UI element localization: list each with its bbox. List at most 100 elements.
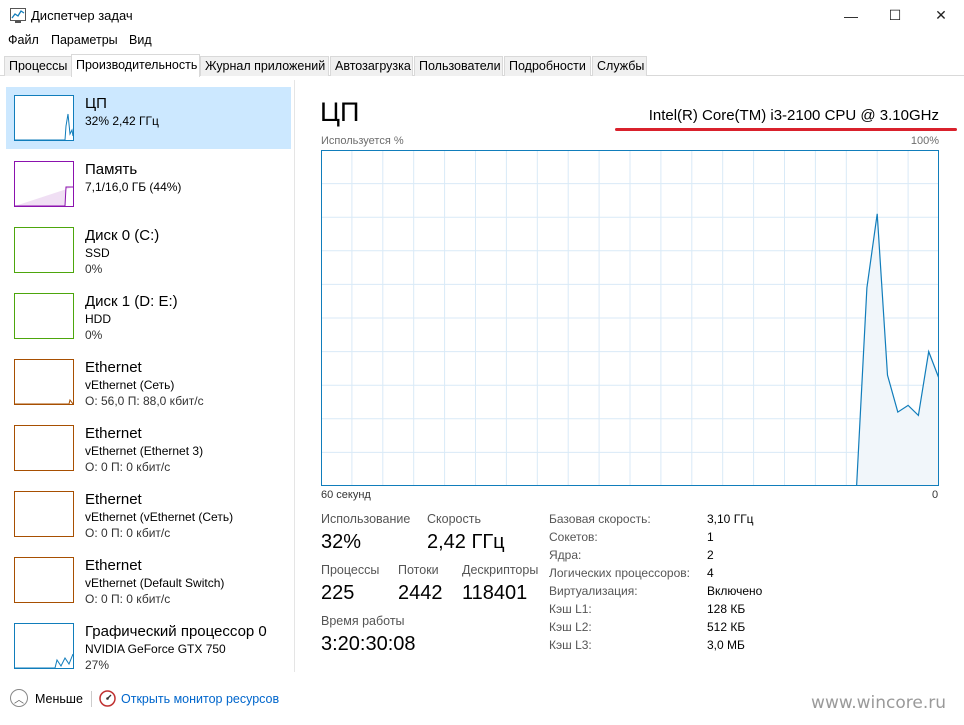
fewer-details-button[interactable]: Меньше bbox=[35, 692, 83, 706]
tab-services[interactable]: Службы bbox=[592, 56, 647, 76]
sidebar-item-text: Ethernet vEthernet (Default Switch) О: 0 П… bbox=[85, 557, 224, 607]
sidebar-item-detail: 7,1/16,0 ГБ (44%) bbox=[85, 180, 182, 194]
sidebar-item-value: 27% bbox=[85, 658, 110, 672]
sidebar-divider bbox=[294, 80, 295, 672]
detail-value: 4 bbox=[707, 566, 714, 580]
sidebar-thumbnail-graph bbox=[14, 491, 74, 537]
sidebar-item-value: 0% bbox=[85, 328, 103, 342]
sidebar-item-text: Память 7,1/16,0 ГБ (44%) bbox=[85, 161, 181, 195]
sidebar-item-ethernet-4[interactable]: Ethernet vEthernet (Default Switch) О: 0 П… bbox=[6, 549, 291, 611]
page-title: ЦП bbox=[320, 97, 360, 127]
menu-options[interactable]: Параметры bbox=[51, 33, 118, 47]
sidebar-item-detail: HDD bbox=[85, 312, 111, 326]
footer-bar: ︿ Меньше Открыть монитор ресурсов www.wi… bbox=[0, 685, 964, 715]
sidebar-item-memory[interactable]: Память 7,1/16,0 ГБ (44%) bbox=[6, 153, 291, 215]
threads-label: Потоки bbox=[398, 563, 439, 577]
resource-monitor-icon[interactable] bbox=[99, 690, 116, 707]
cpu-model-name: Intel(R) Core(TM) i3-2100 CPU @ 3.10GHz bbox=[648, 107, 939, 124]
sidebar-item-text: ЦП 32% 2,42 ГГц bbox=[85, 95, 159, 129]
processes-label: Процессы bbox=[321, 563, 380, 577]
resource-list: ЦП 32% 2,42 ГГц Память 7,1/16,0 ГБ (44%) Дис… bbox=[0, 87, 294, 672]
sidebar-item-ethernet-2[interactable]: Ethernet vEthernet (Ethernet 3) О: 0 П: 0 … bbox=[6, 417, 291, 479]
sidebar-item-detail: vEthernet (Сеть) bbox=[85, 378, 175, 392]
sidebar-thumbnail-graph bbox=[14, 95, 74, 141]
sidebar-item-disk-0[interactable]: Диск 0 (C:) SSD 0% bbox=[6, 219, 291, 281]
sidebar-item-ethernet-1[interactable]: Ethernet vEthernet (Сеть) О: 56,0 П: 88,0 … bbox=[6, 351, 291, 413]
sidebar-item-title: Диск 0 (C:) bbox=[85, 227, 160, 244]
uptime-value: 3:20:30:08 bbox=[321, 633, 416, 655]
sidebar-item-value: О: 0 П: 0 кбит/с bbox=[85, 460, 171, 474]
graph-max-label: 100% bbox=[910, 135, 939, 147]
detail-value: 2 bbox=[707, 548, 714, 562]
title-bar[interactable]: Диспетчер задач — ☐ ✕ bbox=[0, 0, 964, 31]
detail-value: 512 КБ bbox=[707, 620, 746, 634]
sidebar-item-title: Ethernet bbox=[85, 557, 142, 574]
sidebar-item-text: Диск 0 (C:) SSD 0% bbox=[85, 227, 159, 277]
graph-time-start-label: 60 секунд bbox=[321, 489, 371, 501]
sidebar-item-cpu[interactable]: ЦП 32% 2,42 ГГц bbox=[6, 87, 291, 149]
sidebar-item-title: ЦП bbox=[85, 95, 107, 112]
watermark: www.wincore.ru bbox=[811, 693, 946, 713]
tab-processes[interactable]: Процессы bbox=[4, 56, 72, 76]
detail-label: Логических процессоров: bbox=[549, 566, 690, 580]
handles-value: 118401 bbox=[462, 582, 528, 604]
menu-file[interactable]: Файл bbox=[8, 33, 39, 47]
tab-app-history[interactable]: Журнал приложений bbox=[200, 56, 329, 76]
maximize-button[interactable]: ☐ bbox=[872, 0, 918, 31]
sidebar-item-detail: 32% 2,42 ГГц bbox=[85, 114, 159, 128]
sidebar-item-value: 0% bbox=[85, 262, 103, 276]
minimize-button[interactable]: — bbox=[828, 0, 874, 31]
utilization-label: Использование bbox=[321, 512, 411, 526]
detail-value: 1 bbox=[707, 530, 714, 544]
sidebar-item-title: Ethernet bbox=[85, 491, 142, 508]
sidebar-item-text: Графический процессор 0 NVIDIA GeForce GT… bbox=[85, 623, 267, 673]
speed-label: Скорость bbox=[427, 512, 481, 526]
threads-value: 2442 bbox=[398, 582, 443, 604]
sidebar-item-detail: vEthernet (vEthernet (Сеть) bbox=[85, 510, 234, 524]
processes-value: 225 bbox=[321, 582, 355, 604]
sidebar-item-text: Ethernet vEthernet (Сеть) О: 56,0 П: 88,0 … bbox=[85, 359, 204, 409]
menu-view[interactable]: Вид bbox=[129, 33, 152, 47]
detail-label: Сокетов: bbox=[549, 530, 598, 544]
tab-performance[interactable]: Производительность bbox=[71, 54, 200, 77]
sidebar-item-detail: SSD bbox=[85, 246, 110, 260]
sidebar-item-detail: vEthernet (Default Switch) bbox=[85, 576, 225, 590]
handles-label: Дескрипторы bbox=[462, 563, 539, 577]
tab-users[interactable]: Пользователи bbox=[414, 56, 503, 76]
graph-usage-label: Используется % bbox=[321, 135, 404, 147]
sidebar-item-title: Диск 1 (D: E:) bbox=[85, 293, 178, 310]
detail-value: 3,10 ГГц bbox=[707, 512, 754, 526]
sidebar-item-text: Диск 1 (D: E:) HDD 0% bbox=[85, 293, 178, 343]
tab-bar: Процессы Производительность Журнал прило… bbox=[0, 54, 964, 77]
sidebar-item-text: Ethernet vEthernet (Ethernet 3) О: 0 П: 0 … bbox=[85, 425, 203, 475]
sidebar-item-title: Графический процессор 0 bbox=[85, 623, 267, 640]
detail-label: Кэш L1: bbox=[549, 602, 592, 616]
sidebar-item-title: Ethernet bbox=[85, 359, 142, 376]
sidebar-thumbnail-graph bbox=[14, 293, 74, 339]
sidebar-thumbnail-graph bbox=[14, 359, 74, 405]
footer-separator bbox=[91, 691, 92, 707]
tab-details[interactable]: Подробности bbox=[504, 56, 591, 76]
utilization-value: 32% bbox=[321, 531, 362, 553]
sidebar-item-disk-1[interactable]: Диск 1 (D: E:) HDD 0% bbox=[6, 285, 291, 347]
sidebar-item-gpu-0[interactable]: Графический процессор 0 NVIDIA GeForce GT… bbox=[6, 615, 291, 677]
sidebar-item-detail: NVIDIA GeForce GTX 750 bbox=[85, 642, 226, 656]
sidebar-item-title: Память bbox=[85, 161, 138, 178]
sidebar-thumbnail-graph bbox=[14, 557, 74, 603]
detail-label: Базовая скорость: bbox=[549, 512, 651, 526]
detail-label: Ядра: bbox=[549, 548, 582, 562]
detail-label: Кэш L2: bbox=[549, 620, 592, 634]
sidebar-thumbnail-graph bbox=[14, 623, 74, 669]
chevron-up-icon[interactable]: ︿ bbox=[10, 689, 28, 707]
sidebar-thumbnail-graph bbox=[14, 425, 74, 471]
sidebar-item-ethernet-3[interactable]: Ethernet vEthernet (vEthernet (Сеть) О: 0 … bbox=[6, 483, 291, 545]
close-button[interactable]: ✕ bbox=[918, 0, 964, 31]
tab-startup[interactable]: Автозагрузка bbox=[330, 56, 413, 76]
uptime-label: Время работы bbox=[321, 614, 405, 628]
graph-time-end-label: 0 bbox=[932, 489, 939, 501]
speed-value: 2,42 ГГц bbox=[427, 531, 505, 553]
open-resource-monitor-link[interactable]: Открыть монитор ресурсов bbox=[121, 692, 279, 706]
detail-label: Кэш L3: bbox=[549, 638, 592, 652]
detail-value: Включено bbox=[707, 584, 763, 598]
task-manager-window: Диспетчер задач — ☐ ✕ Файл Параметры Вид… bbox=[0, 0, 964, 725]
